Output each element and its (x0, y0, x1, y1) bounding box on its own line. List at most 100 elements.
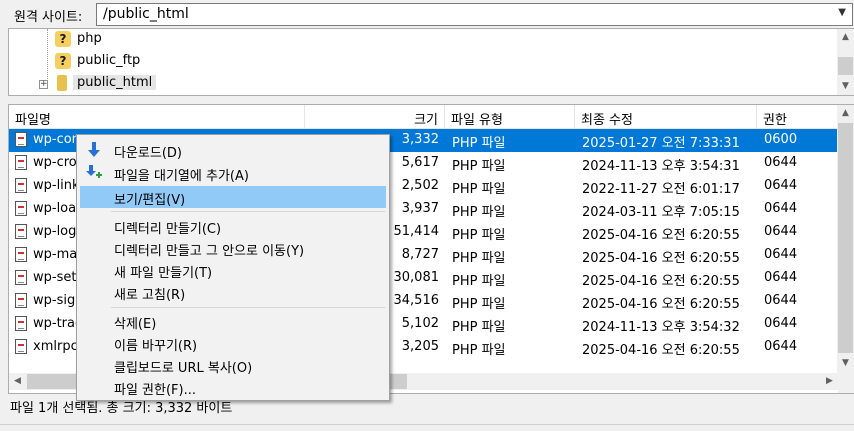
file-permissions: 0644 (764, 178, 798, 193)
context-menu: 다운로드(D) 파일을 대기열에 추가(A) 보기/편집(V) 디렉터리 만들기… (76, 134, 390, 401)
scroll-thumb[interactable] (838, 57, 853, 75)
file-name: wp-trac (33, 316, 83, 331)
tree-item-public-ftp[interactable]: ? public_ftp (9, 51, 209, 73)
file-type: PHP 파일 (452, 274, 506, 289)
scroll-right-icon[interactable]: ▶ (821, 373, 838, 390)
php-file-icon (15, 270, 27, 285)
menu-item-label[interactable]: 디렉터리 만들고 그 안으로 이동(Y) (114, 240, 304, 259)
file-name: wp-log (33, 224, 77, 239)
scroll-thumb[interactable] (838, 123, 853, 353)
file-type: PHP 파일 (452, 159, 506, 174)
menu-item-label[interactable]: 클립보드로 URL 복사(O) (114, 357, 252, 376)
tree-item-label[interactable]: public_html (73, 75, 157, 90)
php-file-icon (15, 339, 27, 354)
file-type: PHP 파일 (452, 228, 506, 243)
menu-item-label[interactable]: 파일 권한(F)... (114, 379, 196, 398)
php-file-icon (15, 132, 27, 147)
remote-directory-tree[interactable]: ? php ? public_ftp + public_html ▲ ▼ (8, 28, 854, 96)
file-name: wp-cro (33, 155, 77, 170)
download-icon (88, 142, 100, 157)
menu-item-label[interactable]: 새 파일 만들기(T) (114, 262, 212, 281)
file-name: wp-ma (33, 247, 78, 262)
menu-item-label[interactable]: 다운로드(D) (114, 142, 182, 161)
column-header-name[interactable]: 파일명 (9, 105, 305, 129)
column-header-permissions[interactable]: 권한 (757, 105, 838, 129)
menu-item-label[interactable]: 파일을 대기열에 추가(A) (114, 165, 249, 184)
chevron-down-icon[interactable]: ▼ (838, 7, 846, 18)
file-name: wp-set (33, 270, 77, 285)
file-name: wp-loa (33, 201, 77, 216)
add-to-queue-icon (86, 165, 102, 178)
file-name: wp-link (33, 178, 80, 193)
menu-item-label[interactable]: 이름 바꾸기(R) (114, 335, 197, 354)
scroll-left-icon[interactable]: ◀ (9, 373, 26, 390)
menu-item-create-file[interactable]: 새 파일 만들기(T) (80, 259, 386, 281)
file-permissions: 0644 (764, 224, 798, 239)
expand-icon[interactable]: + (39, 80, 48, 89)
menu-item-label[interactable]: 보기/편집(V) (114, 189, 185, 208)
scroll-up-icon[interactable]: ▲ (837, 105, 854, 122)
php-file-icon (15, 247, 27, 262)
file-modified: 2022-11-27 오전 6:01:17 (582, 182, 740, 197)
file-permissions: 0644 (764, 155, 798, 170)
file-permissions: 0644 (764, 247, 798, 262)
column-header-modified[interactable]: 최종 수정 (575, 105, 757, 129)
file-modified: 2025-04-16 오전 6:20:55 (582, 343, 740, 358)
file-modified: 2024-03-11 오후 7:05:15 (582, 205, 740, 220)
scroll-up-icon[interactable]: ▲ (837, 29, 854, 46)
menu-item-rename[interactable]: 이름 바꾸기(R) (80, 332, 386, 354)
file-name: wp-con (33, 132, 80, 147)
tree-item-label[interactable]: public_ftp (77, 53, 140, 68)
file-permissions: 0644 (764, 293, 798, 308)
question-folder-icon: ? (55, 31, 71, 47)
file-permissions: 0644 (764, 316, 798, 331)
php-file-icon (15, 178, 27, 193)
ftp-client-window: 원격 사이트: /public_html ▼ ? php ? public_ft… (0, 0, 854, 431)
scroll-down-icon[interactable]: ▼ (837, 78, 854, 95)
menu-separator (111, 307, 385, 308)
folder-icon (57, 75, 67, 91)
file-permissions: 0600 (764, 132, 798, 147)
menu-item-refresh[interactable]: 새로 고침(R) (80, 281, 386, 303)
menu-item-label[interactable]: 디렉터리 만들기(C) (114, 218, 221, 237)
window-bottom-edge (0, 424, 854, 431)
menu-item-copy-url[interactable]: 클립보드로 URL 복사(O) (80, 354, 386, 376)
menu-item-view-edit[interactable]: 보기/편집(V) (80, 186, 386, 208)
file-modified: 2024-11-13 오후 3:54:31 (582, 159, 740, 174)
menu-item-file-permissions[interactable]: 파일 권한(F)... (80, 376, 386, 398)
menu-item-create-directory-and-enter[interactable]: 디렉터리 만들고 그 안으로 이동(Y) (80, 237, 386, 259)
menu-item-label[interactable]: 삭제(E) (114, 313, 156, 332)
file-modified: 2025-04-16 오전 6:20:55 (582, 297, 740, 312)
file-permissions: 0644 (764, 339, 798, 354)
remote-path-combobox[interactable]: /public_html ▼ (96, 3, 853, 26)
file-type: PHP 파일 (452, 297, 506, 312)
menu-item-create-directory[interactable]: 디렉터리 만들기(C) (80, 215, 386, 237)
file-list-header: ^ 파일명 크기 파일 유형 최종 수정 권한 (9, 105, 838, 129)
file-type: PHP 파일 (452, 182, 506, 197)
file-type: PHP 파일 (452, 251, 506, 266)
file-modified: 2025-01-27 오전 7:33:31 (582, 136, 740, 151)
file-modified: 2025-04-16 오전 6:20:55 (582, 228, 740, 243)
file-modified: 2025-04-16 오전 6:20:55 (582, 251, 740, 266)
column-header-size[interactable]: 크기 (305, 105, 445, 129)
menu-item-download[interactable]: 다운로드(D) (80, 139, 386, 161)
column-header-type[interactable]: 파일 유형 (445, 105, 575, 129)
menu-item-delete[interactable]: 삭제(E) (80, 310, 386, 332)
file-type: PHP 파일 (452, 320, 506, 335)
tree-vertical-scrollbar[interactable]: ▲ ▼ (837, 29, 854, 95)
php-file-icon (15, 155, 27, 170)
file-list-vertical-scrollbar[interactable]: ▲ ▼ (837, 105, 854, 373)
menu-separator (111, 211, 385, 212)
file-permissions: 0644 (764, 270, 798, 285)
tree-item-php[interactable]: ? php (9, 29, 209, 51)
php-file-icon (15, 224, 27, 239)
file-permissions: 0644 (764, 201, 798, 216)
tree-item-label[interactable]: php (77, 31, 102, 46)
menu-item-add-to-queue[interactable]: 파일을 대기열에 추가(A) (80, 162, 386, 184)
remote-site-label: 원격 사이트: (14, 10, 83, 25)
file-type: PHP 파일 (452, 343, 506, 358)
remote-path-value[interactable]: /public_html (103, 6, 189, 22)
scroll-down-icon[interactable]: ▼ (837, 355, 854, 372)
menu-item-label[interactable]: 새로 고침(R) (114, 284, 185, 303)
tree-item-public-html[interactable]: + public_html (9, 73, 209, 95)
